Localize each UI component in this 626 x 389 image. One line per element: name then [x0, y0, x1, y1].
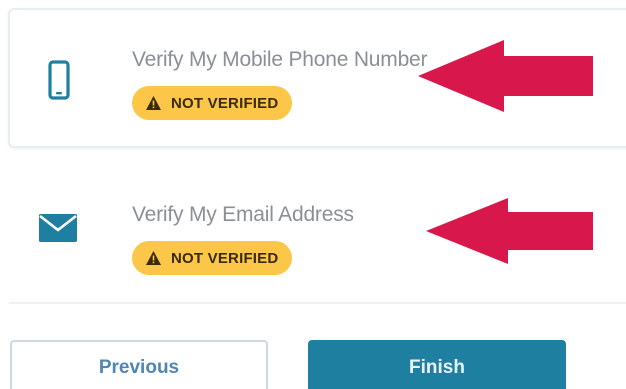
previous-button[interactable]: Previous [10, 340, 268, 389]
email-step-title: Verify My Email Address [132, 203, 354, 226]
arrow-pointer-icon [418, 40, 593, 112]
email-status-badge: NOT VERIFIED [132, 241, 292, 275]
phone-step-title: Verify My Mobile Phone Number [132, 48, 428, 71]
warning-icon [145, 250, 162, 266]
warning-icon [145, 95, 162, 111]
arrow-pointer-icon [426, 198, 593, 264]
email-status-label: NOT VERIFIED [171, 249, 279, 267]
phone-status-badge: NOT VERIFIED [132, 86, 292, 120]
phone-status-label: NOT VERIFIED [171, 94, 279, 112]
verification-page: Verify My Mobile Phone Number NOT VERIFI… [0, 0, 626, 389]
envelope-icon [37, 212, 79, 244]
finish-button[interactable]: Finish [308, 340, 566, 389]
mobile-phone-icon [45, 58, 73, 102]
